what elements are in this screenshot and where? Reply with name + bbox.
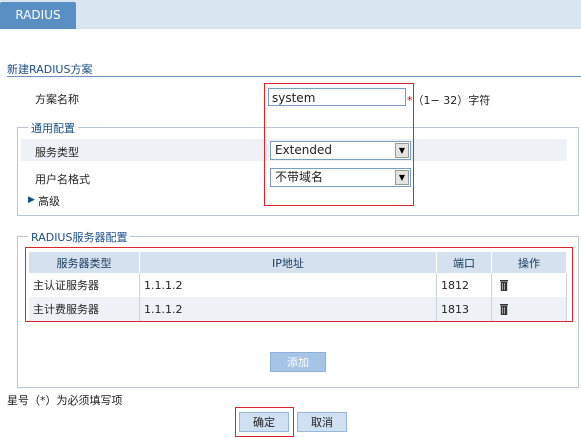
page-title: 新建RADIUS方案 xyxy=(7,63,93,76)
service-type-label: 服务类型 xyxy=(35,146,79,159)
inputs-highlight-box xyxy=(264,83,414,206)
required-footnote: 星号（*）为必须填写项 xyxy=(7,394,123,407)
tab-bar xyxy=(0,0,581,29)
title-divider xyxy=(7,76,581,77)
length-hint: （1− 32）字符 xyxy=(412,94,491,107)
general-config-legend: 通用配置 xyxy=(28,120,78,136)
username-format-label: 用户名格式 xyxy=(35,173,90,186)
cancel-button[interactable]: 取消 xyxy=(297,412,347,432)
table-highlight-box xyxy=(25,247,573,322)
server-config-legend: RADIUS服务器配置 xyxy=(28,229,131,245)
expand-arrow-icon[interactable]: ▶ xyxy=(28,195,35,205)
confirm-highlight-box xyxy=(235,407,294,437)
scheme-name-hint: *（1− 32）字符 xyxy=(407,92,490,108)
scheme-name-label: 方案名称 xyxy=(35,93,79,106)
tab-radius[interactable]: RADIUS xyxy=(0,2,76,29)
add-server-button[interactable]: 添加 xyxy=(270,352,326,372)
advanced-toggle[interactable]: 高级 xyxy=(38,193,60,209)
